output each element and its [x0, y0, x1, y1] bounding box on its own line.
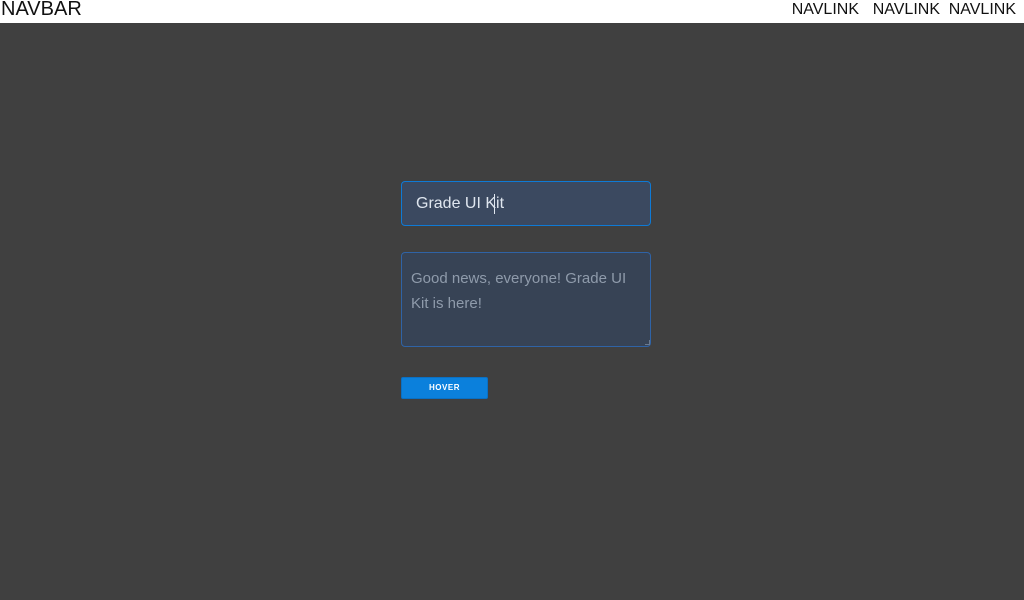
text-caret — [494, 194, 495, 214]
hover-button[interactable]: HOVER — [401, 377, 488, 399]
title-input[interactable] — [401, 181, 651, 226]
navlink-3[interactable]: NAVLINK — [949, 0, 1016, 19]
navbar: NAVBAR NAVLINK NAVLINK NAVLINK — [0, 0, 1024, 23]
message-textarea[interactable]: Good news, everyone! Grade UI Kit is her… — [401, 252, 651, 347]
textarea-resize-handle[interactable] — [645, 340, 650, 345]
navbar-brand[interactable]: NAVBAR — [1, 0, 82, 21]
navlink-2[interactable]: NAVLINK — [873, 0, 940, 19]
navlink-1[interactable]: NAVLINK — [792, 0, 859, 19]
